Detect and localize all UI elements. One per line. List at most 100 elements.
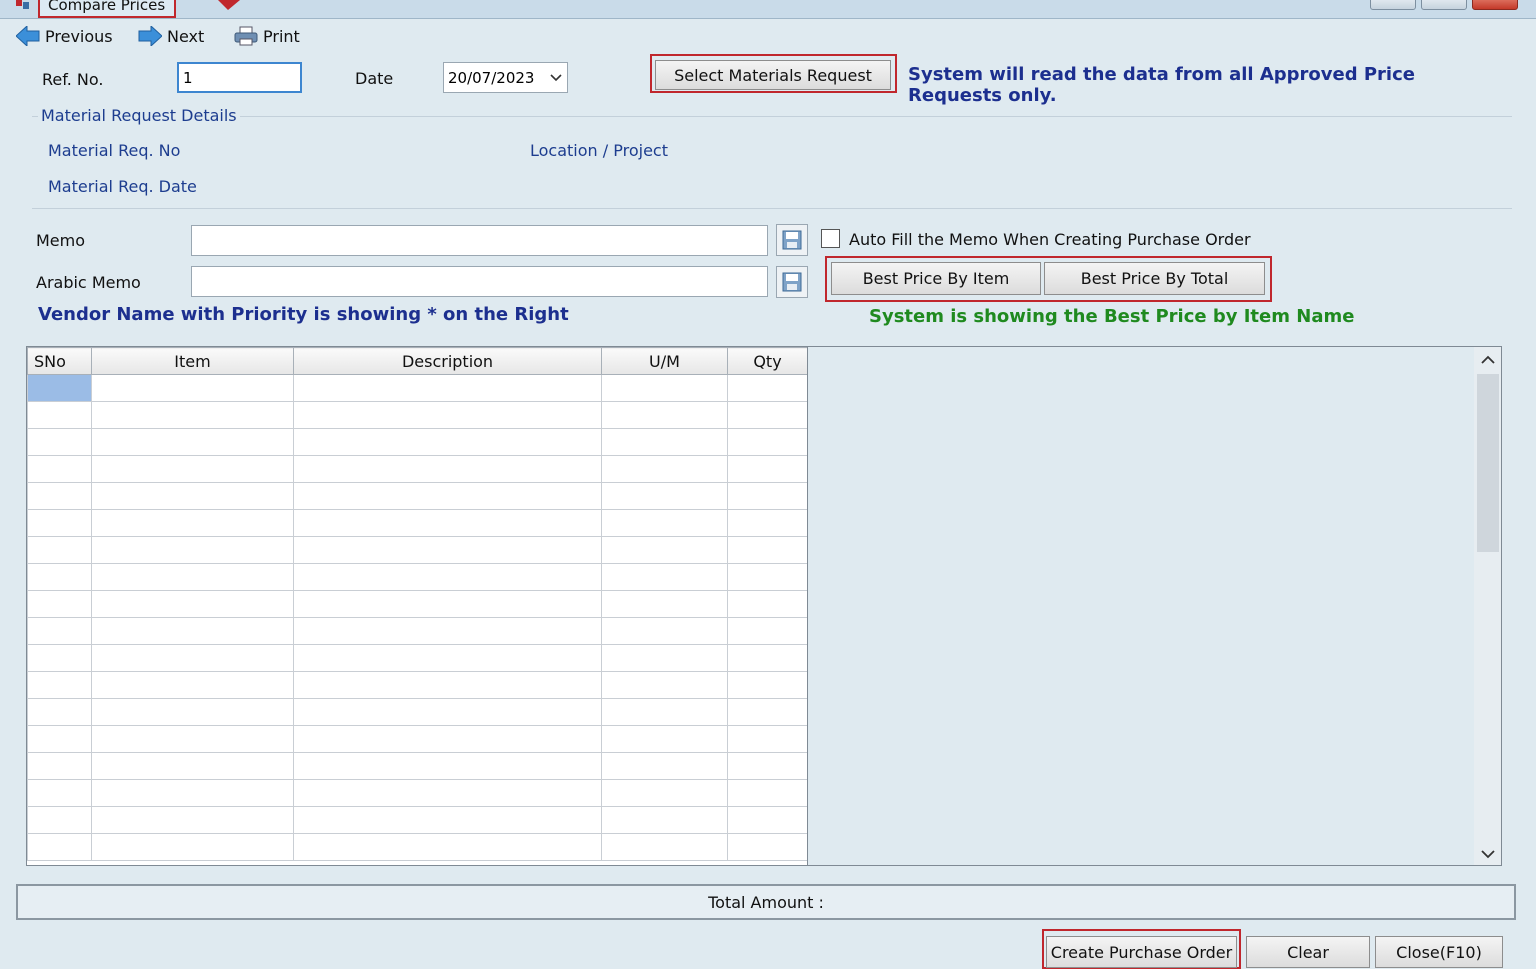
grid-cell[interactable] <box>293 509 602 537</box>
table-row[interactable] <box>27 725 807 753</box>
table-row[interactable] <box>27 698 807 726</box>
grid-cell[interactable] <box>727 455 807 483</box>
memo-input[interactable] <box>191 225 768 256</box>
grid-cell[interactable] <box>27 806 92 834</box>
grid-cell[interactable] <box>27 428 92 456</box>
grid-cell[interactable] <box>27 482 92 510</box>
table-row[interactable] <box>27 806 807 834</box>
maximize-button[interactable] <box>1421 0 1467 10</box>
table-row[interactable] <box>27 563 807 591</box>
best-price-by-total-button[interactable]: Best Price By Total <box>1044 262 1265 295</box>
table-row[interactable] <box>27 455 807 483</box>
column-header-qty[interactable]: Qty <box>727 347 807 375</box>
table-row[interactable] <box>27 779 807 807</box>
table-row[interactable] <box>27 536 807 564</box>
grid-cell[interactable] <box>293 644 602 672</box>
grid-cell[interactable] <box>727 698 807 726</box>
close-window-button[interactable] <box>1472 0 1518 10</box>
grid-cell[interactable] <box>91 671 294 699</box>
grid-cell[interactable] <box>293 671 602 699</box>
arabic-memo-save-button[interactable] <box>776 266 808 298</box>
grid-cell[interactable] <box>601 428 728 456</box>
grid-cell[interactable] <box>293 428 602 456</box>
arabic-memo-input[interactable] <box>191 266 768 297</box>
grid-cell[interactable] <box>601 482 728 510</box>
grid-cell[interactable] <box>293 698 602 726</box>
create-purchase-order-button[interactable]: Create Purchase Order <box>1046 936 1237 968</box>
table-row[interactable] <box>27 509 807 537</box>
column-header-description[interactable]: Description <box>293 347 602 375</box>
grid-cell[interactable] <box>727 644 807 672</box>
best-price-by-item-button[interactable]: Best Price By Item <box>831 262 1041 295</box>
grid-cell[interactable] <box>727 374 807 402</box>
grid-cell[interactable] <box>91 401 294 429</box>
grid-cell[interactable] <box>601 374 728 402</box>
grid-cell[interactable] <box>293 455 602 483</box>
grid-cell[interactable] <box>601 833 728 861</box>
grid-cell[interactable] <box>601 779 728 807</box>
grid-cell[interactable] <box>91 779 294 807</box>
grid-cell[interactable] <box>91 374 294 402</box>
clear-button[interactable]: Clear <box>1246 936 1370 968</box>
grid-cell[interactable] <box>601 509 728 537</box>
grid-cell[interactable] <box>27 401 92 429</box>
table-row[interactable] <box>27 482 807 510</box>
table-row[interactable] <box>27 617 807 645</box>
grid-cell[interactable] <box>27 698 92 726</box>
column-header-sno[interactable]: SNo <box>27 347 92 375</box>
grid-cell[interactable] <box>91 482 294 510</box>
grid-cell[interactable] <box>727 725 807 753</box>
grid-cell[interactable] <box>27 455 92 483</box>
chevron-down-icon[interactable] <box>1480 848 1496 860</box>
table-row[interactable] <box>27 644 807 672</box>
grid-cell[interactable] <box>293 374 602 402</box>
grid-cell[interactable] <box>91 509 294 537</box>
grid-cell[interactable] <box>91 617 294 645</box>
minimize-button[interactable] <box>1370 0 1416 10</box>
grid-cell[interactable] <box>27 644 92 672</box>
grid-cell[interactable] <box>727 428 807 456</box>
grid-cell[interactable] <box>27 563 92 591</box>
grid-cell[interactable] <box>727 671 807 699</box>
grid-cell[interactable] <box>601 644 728 672</box>
grid-cell[interactable] <box>27 752 92 780</box>
grid-cell[interactable] <box>601 401 728 429</box>
grid-cell[interactable] <box>91 725 294 753</box>
table-row[interactable] <box>27 401 807 429</box>
print-button[interactable]: Print <box>234 24 300 48</box>
table-row[interactable] <box>27 671 807 699</box>
date-picker[interactable]: 20/07/2023 <box>443 62 568 93</box>
table-row[interactable] <box>27 428 807 456</box>
grid-cell[interactable] <box>91 590 294 618</box>
grid-cell[interactable] <box>727 617 807 645</box>
grid-cell[interactable] <box>27 590 92 618</box>
grid-cell[interactable] <box>727 482 807 510</box>
grid-cell[interactable] <box>91 644 294 672</box>
column-header-item[interactable]: Item <box>91 347 294 375</box>
grid-cell[interactable] <box>91 428 294 456</box>
grid-cell[interactable] <box>727 833 807 861</box>
grid-cell[interactable] <box>91 563 294 591</box>
grid-cell[interactable] <box>601 698 728 726</box>
grid-cell[interactable] <box>91 536 294 564</box>
grid-cell[interactable] <box>601 671 728 699</box>
grid-cell[interactable] <box>727 536 807 564</box>
select-materials-request-button[interactable]: Select Materials Request <box>655 60 891 90</box>
ref-no-input[interactable] <box>177 62 302 93</box>
grid-cell[interactable] <box>27 671 92 699</box>
grid-cell[interactable] <box>601 725 728 753</box>
chevron-up-icon[interactable] <box>1480 354 1496 366</box>
column-header-um[interactable]: U/M <box>601 347 728 375</box>
grid-cell[interactable] <box>727 563 807 591</box>
grid-cell[interactable] <box>91 455 294 483</box>
grid-cell[interactable] <box>727 779 807 807</box>
grid-cell[interactable] <box>601 617 728 645</box>
grid-cell[interactable] <box>601 806 728 834</box>
grid-cell[interactable] <box>727 590 807 618</box>
grid-cell[interactable] <box>27 509 92 537</box>
table-row[interactable] <box>27 752 807 780</box>
grid-cell[interactable] <box>27 725 92 753</box>
autofill-memo-checkbox[interactable] <box>821 229 840 248</box>
table-row[interactable] <box>27 590 807 618</box>
grid-cell[interactable] <box>91 698 294 726</box>
